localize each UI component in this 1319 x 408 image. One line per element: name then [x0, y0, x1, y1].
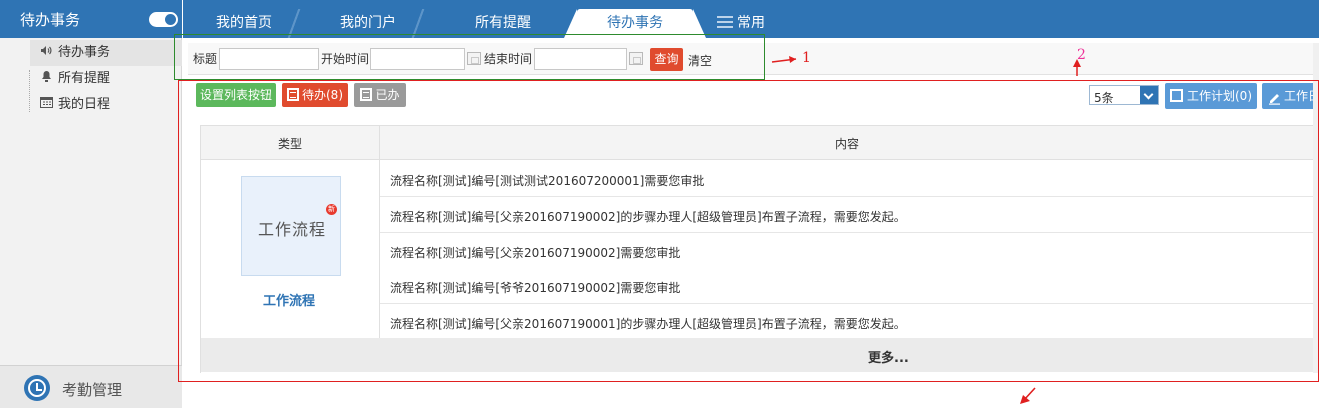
tab-label: 我的门户 — [340, 15, 396, 31]
calendar-icon — [38, 92, 54, 118]
sidebar-item-label: 我的日程 — [58, 97, 111, 112]
bell-icon — [38, 66, 54, 92]
annotation-arrow-icon — [771, 56, 797, 63]
tab-label: 我的首页 — [216, 15, 272, 31]
annotation-box-content — [178, 80, 1319, 382]
toggle-knob — [165, 14, 176, 25]
menu-icon — [717, 16, 733, 28]
sidebar-item-reminders[interactable]: 所有提醒 — [30, 66, 182, 92]
annotation-box-search — [174, 34, 765, 80]
app-root: 待办事务 待办事务 所有提醒 我的日程 考勤管理 我的首页 我的门户 所有提醒 … — [0, 0, 1319, 408]
sidebar-item-label: 所有提醒 — [58, 71, 111, 86]
sidebar-menu: 待办事务 所有提醒 我的日程 — [30, 40, 182, 118]
sidebar: 待办事务 待办事务 所有提醒 我的日程 考勤管理 — [0, 0, 182, 408]
tab-label: 所有提醒 — [475, 15, 531, 31]
sidebar-header: 待办事务 — [0, 0, 182, 38]
annotation-number: 2 — [1077, 47, 1086, 63]
attendance-shortcut[interactable]: 考勤管理 — [0, 365, 182, 408]
sidebar-toggle[interactable] — [149, 12, 178, 27]
tab-label: 待办事务 — [607, 15, 663, 31]
speaker-icon — [38, 40, 54, 66]
sidebar-item-todo[interactable]: 待办事务 — [30, 40, 182, 66]
sidebar-item-label: 待办事务 — [58, 45, 111, 60]
sidebar-title: 待办事务 — [20, 11, 81, 29]
tab-label: 常用 — [737, 15, 765, 31]
annotation-number: 1 — [802, 50, 811, 66]
clock-icon — [24, 375, 50, 401]
attendance-label: 考勤管理 — [62, 381, 123, 399]
top-tab-bar: 我的首页 我的门户 所有提醒 待办事务 常用 — [183, 0, 1319, 38]
annotation-arrow-icon — [1020, 387, 1036, 404]
sidebar-item-schedule[interactable]: 我的日程 — [30, 92, 182, 118]
